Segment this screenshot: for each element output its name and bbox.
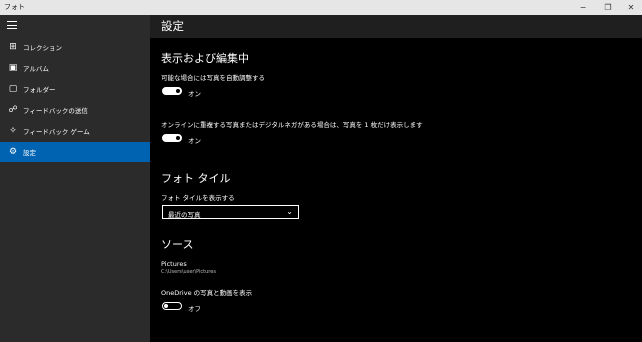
live-tile-dropdown[interactable]: 最近の写真 ⌄ xyxy=(162,205,299,219)
auto-enhance-toggle[interactable] xyxy=(162,87,182,95)
hamburger-icon[interactable] xyxy=(7,21,17,29)
sidebar-item-label: フォルダー xyxy=(23,86,56,94)
feedback-game-icon: ✧ xyxy=(9,126,17,136)
source-folder-name: Pictures xyxy=(161,260,187,268)
source-folder-path: C:\Users\user\Pictures xyxy=(161,269,216,275)
title-bar: フォト − ❐ ✕ xyxy=(0,0,642,15)
live-tile-label: フォト タイルを表示する xyxy=(161,194,235,202)
feedback-icon: ☍ xyxy=(8,105,18,115)
maximize-button[interactable]: ❐ xyxy=(597,0,619,15)
page-title: 設定 xyxy=(161,19,184,33)
close-button[interactable]: ✕ xyxy=(620,0,642,15)
dropdown-value: 最近の写真 xyxy=(168,210,201,219)
collection-icon: ⊞ xyxy=(9,42,17,52)
sidebar-item-album[interactable]: ▣ アルバム xyxy=(0,58,150,78)
folder-icon: ▢ xyxy=(8,84,18,94)
onedrive-toggle[interactable] xyxy=(162,302,182,310)
settings-content: 表示および編集中 可能な場合には写真を自動調整する オン オンラインに重複する写… xyxy=(150,38,642,342)
section-heading-live-tile: フォト タイル xyxy=(161,172,231,185)
sidebar-item-feedback[interactable]: ☍ フィードバックの送信 xyxy=(0,100,150,120)
sidebar-item-label: コレクション xyxy=(23,44,62,52)
chevron-down-icon: ⌄ xyxy=(286,207,293,216)
sidebar-item-feedback-game[interactable]: ✧ フィードバック ゲーム xyxy=(0,121,150,141)
auto-enhance-state: オン xyxy=(188,90,201,98)
sidebar-item-label: フィードバックの送信 xyxy=(23,107,88,115)
onedrive-state: オフ xyxy=(188,305,201,313)
album-icon: ▣ xyxy=(8,63,18,73)
window-title: フォト xyxy=(4,3,25,11)
sidebar-item-label: フィードバック ゲーム xyxy=(23,128,90,136)
section-heading-viewing: 表示および編集中 xyxy=(161,52,249,65)
sidebar-item-collection[interactable]: ⊞ コレクション xyxy=(0,37,150,57)
sidebar-item-label: 設定 xyxy=(23,149,36,157)
gear-icon: ⚙ xyxy=(8,147,18,157)
duplicates-state: オン xyxy=(188,137,201,145)
minimize-button[interactable]: − xyxy=(572,0,594,15)
sidebar-item-settings[interactable]: ⚙ 設定 xyxy=(0,142,150,162)
onedrive-label: OneDrive の写真と動画を表示 xyxy=(161,289,253,297)
sidebar-item-label: アルバム xyxy=(23,65,49,73)
duplicates-label: オンラインに重複する写真またはデジタルネガがある場合は、写真を 1 枚だけ表示し… xyxy=(161,121,423,129)
page-header: 設定 xyxy=(150,15,642,38)
sidebar: ⊞ コレクション ▣ アルバム ▢ フォルダー ☍ フィードバックの送信 ✧ フ… xyxy=(0,15,150,342)
duplicates-toggle[interactable] xyxy=(162,134,182,142)
section-heading-sources: ソース xyxy=(161,238,194,251)
sidebar-item-folder[interactable]: ▢ フォルダー xyxy=(0,79,150,99)
auto-enhance-label: 可能な場合には写真を自動調整する xyxy=(161,74,265,82)
